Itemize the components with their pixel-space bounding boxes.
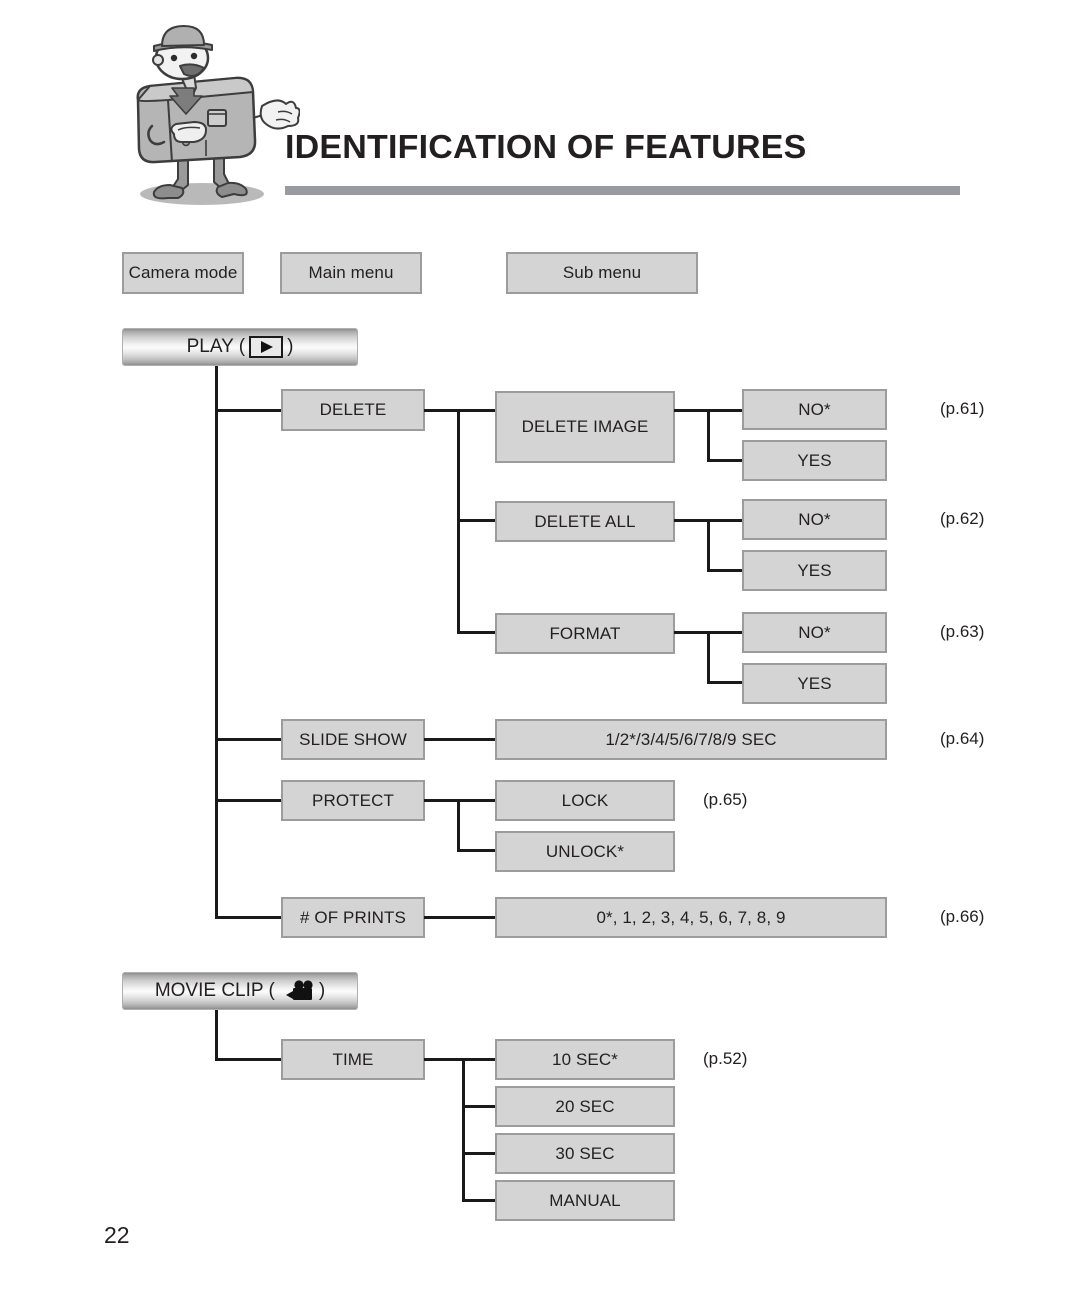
page-ref-protect: (p.65): [703, 790, 748, 809]
tree-trunk-movie-clip: [215, 1010, 218, 1060]
submenu-item-label: DELETE ALL: [534, 511, 636, 531]
page-ref-time: (p.52): [703, 1049, 748, 1068]
page-ref-prints: (p.66): [940, 907, 985, 926]
connector-protect-unlock: [457, 849, 499, 852]
column-header-label: Sub menu: [562, 263, 642, 282]
connector-slide-show-out: [424, 738, 496, 741]
submenu-value-label: 1/2*/3/4/5/6/7/8/9 SEC: [605, 729, 777, 749]
menu-item-time[interactable]: TIME: [281, 1039, 425, 1080]
menu-item-label: TIME: [332, 1049, 374, 1069]
option-format-no[interactable]: NO*: [742, 612, 887, 653]
option-label: 20 SEC: [555, 1096, 615, 1116]
option-time-manual[interactable]: MANUAL: [495, 1180, 675, 1221]
connector-play-prints: [215, 916, 283, 919]
tree-trunk-play: [215, 366, 218, 918]
option-label: NO*: [798, 399, 831, 419]
connector-delete-image-no: [707, 409, 745, 412]
play-icon: [249, 336, 284, 358]
mode-pill-play[interactable]: PLAY ( ): [122, 328, 358, 366]
menu-item-slide-show[interactable]: SLIDE SHOW: [281, 719, 425, 760]
menu-item-delete[interactable]: DELETE: [281, 389, 425, 431]
option-label: NO*: [798, 509, 831, 529]
tree-spine-format-options: [707, 631, 710, 683]
connector-play-delete: [215, 409, 283, 412]
submenu-item-format[interactable]: FORMAT: [495, 613, 675, 654]
page-ref-slide-show: (p.64): [940, 729, 985, 748]
option-time-10-sec[interactable]: 10 SEC*: [495, 1039, 675, 1080]
column-header-label: Main menu: [308, 263, 394, 282]
connector-delete-image: [457, 409, 499, 412]
option-label: NO*: [798, 622, 831, 642]
submenu-item-label: FORMAT: [549, 623, 621, 643]
menu-item-label: # OF PRINTS: [300, 907, 406, 927]
option-label: MANUAL: [549, 1190, 621, 1210]
option-label: YES: [797, 673, 832, 693]
submenu-item-label: DELETE IMAGE: [521, 417, 649, 436]
column-header-label: Camera mode: [128, 263, 238, 282]
option-label: YES: [797, 450, 832, 470]
option-delete-all-yes[interactable]: YES: [742, 550, 887, 591]
connector-protect-lock: [457, 799, 499, 802]
page-number: 22: [104, 1222, 130, 1248]
option-format-yes[interactable]: YES: [742, 663, 887, 704]
menu-item-label: DELETE: [319, 400, 387, 419]
mode-pill-movie-clip-close: ): [318, 980, 326, 1001]
option-label: LOCK: [561, 790, 609, 810]
submenu-value-prints[interactable]: 0*, 1, 2, 3, 4, 5, 6, 7, 8, 9: [495, 897, 887, 938]
option-label: 10 SEC*: [552, 1049, 618, 1069]
option-delete-image-yes[interactable]: YES: [742, 440, 887, 481]
option-label: YES: [797, 560, 832, 580]
column-header-sub-menu: Sub menu: [506, 252, 698, 294]
connector-format: [457, 631, 499, 634]
mode-pill-movie-clip[interactable]: MOVIE CLIP ( ): [122, 972, 358, 1010]
tree-spine-delete-all-options: [707, 519, 710, 571]
mode-pill-play-close: ): [287, 336, 294, 357]
page-ref-delete-all: (p.62): [940, 509, 985, 528]
connector-prints-out: [424, 916, 496, 919]
menu-item-label: PROTECT: [312, 790, 394, 810]
mode-pill-play-label: PLAY (: [186, 336, 246, 357]
page-title: IDENTIFICATION OF FEATURES: [285, 128, 807, 165]
tree-spine-protect-options: [457, 799, 460, 851]
page-ref-delete-image: (p.61): [940, 399, 985, 418]
menu-item-label: SLIDE SHOW: [299, 729, 407, 749]
connector-play-slide-show: [215, 738, 283, 741]
option-time-30-sec[interactable]: 30 SEC: [495, 1133, 675, 1174]
mode-pill-movie-clip-label: MOVIE CLIP (: [154, 980, 275, 1001]
option-protect-unlock[interactable]: UNLOCK*: [495, 831, 675, 872]
camera-mascot-icon: [110, 22, 301, 207]
option-delete-all-no[interactable]: NO*: [742, 499, 887, 540]
option-label: UNLOCK*: [545, 841, 625, 861]
option-delete-image-no[interactable]: NO*: [742, 389, 887, 430]
tree-spine-delete-image-options: [707, 409, 710, 461]
connector-delete-all-yes: [707, 569, 745, 572]
connector-delete-all-no: [707, 519, 745, 522]
movie-camera-icon: [279, 980, 315, 1002]
option-time-20-sec[interactable]: 20 SEC: [495, 1086, 675, 1127]
menu-item-protect[interactable]: PROTECT: [281, 780, 425, 821]
connector-format-no: [707, 631, 745, 634]
menu-item-prints[interactable]: # OF PRINTS: [281, 897, 425, 938]
column-header-main-menu: Main menu: [280, 252, 422, 294]
connector-movie-clip-time: [215, 1058, 283, 1061]
option-protect-lock[interactable]: LOCK: [495, 780, 675, 821]
connector-delete-all: [457, 519, 499, 522]
connector-format-yes: [707, 681, 745, 684]
submenu-item-delete-image[interactable]: DELETE IMAGE: [495, 391, 675, 463]
column-header-camera-mode: Camera mode: [122, 252, 244, 294]
connector-play-protect: [215, 799, 283, 802]
title-divider: [285, 186, 960, 195]
connector-delete-image-yes: [707, 459, 745, 462]
submenu-item-delete-all[interactable]: DELETE ALL: [495, 501, 675, 542]
option-label: 30 SEC: [555, 1143, 615, 1163]
tree-spine-time-options: [462, 1058, 465, 1200]
submenu-value-slide-show[interactable]: 1/2*/3/4/5/6/7/8/9 SEC: [495, 719, 887, 760]
page-ref-format: (p.63): [940, 622, 985, 641]
submenu-value-label: 0*, 1, 2, 3, 4, 5, 6, 7, 8, 9: [596, 907, 786, 927]
